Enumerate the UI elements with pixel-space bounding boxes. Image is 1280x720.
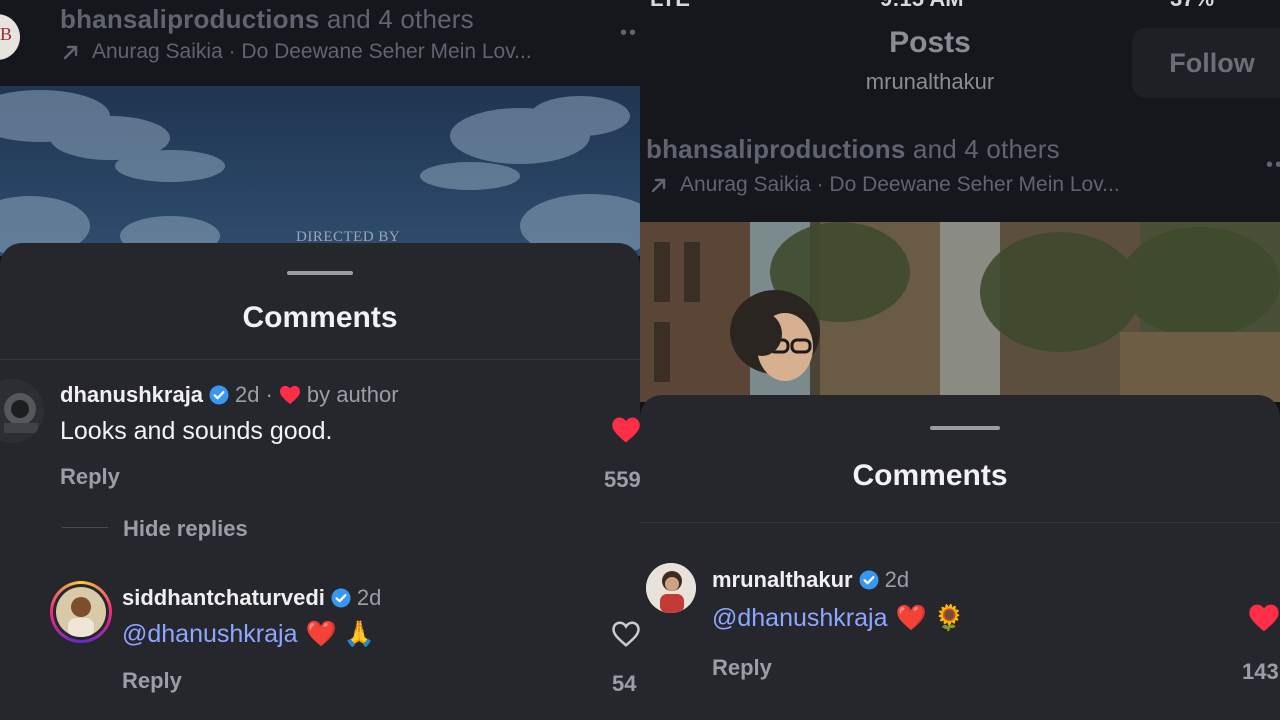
collab-username[interactable]: bhansaliproductions — [646, 134, 905, 164]
verified-badge-icon — [859, 570, 879, 590]
sheet-divider — [640, 522, 1280, 523]
sheet-title: Comments — [242, 301, 398, 334]
comment-text: Looks and sounds good. — [60, 417, 333, 445]
heart-filled-icon — [279, 385, 300, 405]
like-heart-outline-icon[interactable] — [611, 620, 640, 648]
verified-badge-icon — [331, 588, 351, 608]
clock-text: 9:15 AM — [880, 0, 964, 12]
like-count: 559 — [604, 467, 640, 492]
reply-time: 2d — [356, 585, 382, 610]
reply-button[interactable]: Reply — [122, 668, 182, 694]
reply-username[interactable]: siddhantchaturvedi — [122, 585, 325, 611]
mention-link[interactable]: @dhanushkraja — [122, 620, 298, 649]
audio-text: Anurag Saikia · Do Deewane Seher Mein Lo… — [92, 40, 532, 63]
battery-text: 37% — [1170, 0, 1214, 12]
mention-link[interactable]: @dhanushkraja — [712, 604, 888, 633]
carrier-text: LTE — [650, 0, 690, 12]
right-screenshot: LTE 9:15 AM 37% Posts mrunalthakur Follo… — [640, 0, 1280, 720]
comment-time: 2d — [884, 567, 910, 592]
comment-text: @dhanushkraja ❤️ 🌻 — [712, 604, 965, 633]
audio-text: Anurag Saikia · Do Deewane Seher Mein Lo… — [680, 173, 1120, 196]
verified-badge-icon — [209, 385, 229, 405]
comment-author[interactable]: dhanushkraja 2d · by author — [60, 382, 399, 408]
comment-emojis: ❤️ 🌻 — [895, 604, 965, 632]
avatar-image — [0, 379, 44, 443]
reply-author[interactable]: siddhantchaturvedi 2d — [122, 585, 381, 611]
sheet-divider — [0, 359, 640, 360]
like-count: 54 — [612, 671, 637, 696]
comments-sheet: Comments dhanushkraja 2d · by author Loo… — [0, 243, 640, 720]
comment-username[interactable]: mrunalthakur — [712, 567, 853, 593]
post-media[interactable]: DIRECTED BY — [0, 86, 640, 256]
hide-replies-line — [62, 527, 108, 528]
collab-username[interactable]: bhansaliproductions — [60, 4, 319, 34]
follow-button[interactable]: Follow — [1132, 28, 1280, 98]
dhanushkraja-avatar[interactable] — [0, 379, 44, 443]
like-count: 143 — [1242, 659, 1279, 684]
avatar-image — [56, 587, 106, 637]
meta-separator: · — [265, 382, 273, 407]
left-screenshot: B bhansaliproductions and 4 others Anura… — [0, 0, 640, 720]
sheet-grabber[interactable] — [287, 271, 353, 275]
liked-by-author: by author — [306, 382, 399, 407]
comment-author[interactable]: mrunalthakur 2d — [712, 567, 909, 593]
arrow-up-right-icon — [651, 178, 666, 193]
collab-others[interactable]: and 4 others — [905, 134, 1060, 164]
animated-street-scene-image — [640, 222, 1280, 402]
status-bar: LTE 9:15 AM 37% — [640, 0, 1280, 12]
hide-replies-button[interactable]: Hide replies — [123, 516, 248, 542]
reply-emojis: ❤️ 🙏 — [305, 620, 375, 648]
more-options-icon[interactable]: •• — [1266, 154, 1280, 177]
collab-others[interactable]: and 4 others — [319, 4, 474, 34]
sheet-grabber[interactable] — [930, 426, 1000, 430]
like-heart-filled-icon[interactable] — [611, 416, 640, 444]
reply-text: @dhanushkraja ❤️ 🙏 — [122, 620, 375, 649]
comments-sheet: Comments mrunalthakur 2d @dhanushkraja ❤… — [640, 395, 1280, 720]
more-options-icon[interactable]: •• — [620, 22, 638, 45]
collab-line[interactable]: bhansaliproductions and 4 others — [646, 134, 1060, 165]
post-header: B bhansaliproductions and 4 others Anura… — [0, 0, 640, 86]
reply-button[interactable]: Reply — [712, 655, 772, 681]
mrunalthakur-avatar[interactable] — [646, 563, 696, 613]
audio-line[interactable]: Anurag Saikia · Do Deewane Seher Mein Lo… — [648, 173, 1120, 197]
profile-header: LTE 9:15 AM 37% Posts mrunalthakur Follo… — [640, 0, 1280, 222]
reply-button[interactable]: Reply — [60, 464, 120, 490]
sheet-title: Comments — [852, 459, 1008, 492]
avatar-image — [646, 563, 696, 613]
like-heart-filled-icon[interactable] — [1248, 603, 1280, 633]
comment-time: 2d — [235, 382, 260, 407]
bhansali-avatar[interactable]: B — [0, 14, 20, 60]
arrow-up-right-icon — [63, 45, 78, 60]
audio-line[interactable]: Anurag Saikia · Do Deewane Seher Mein Lo… — [60, 40, 532, 64]
comment-username[interactable]: dhanushkraja — [60, 382, 203, 408]
collab-line[interactable]: bhansaliproductions and 4 others — [60, 4, 474, 35]
post-media[interactable] — [640, 222, 1280, 402]
siddhantchaturvedi-avatar[interactable] — [50, 581, 112, 643]
